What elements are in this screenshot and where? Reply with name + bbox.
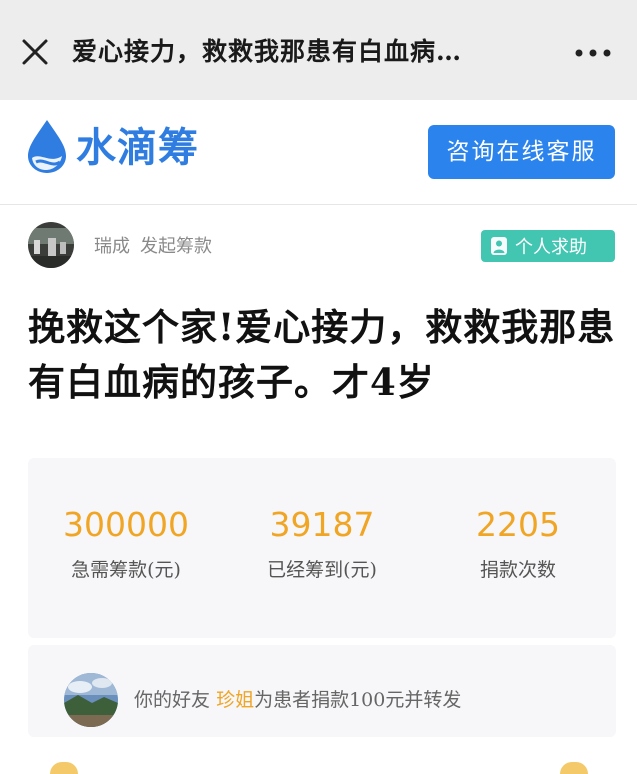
friend-avatar: [64, 673, 118, 727]
friend-donation-notice[interactable]: 你的好友 珍姐为患者捐款100元并转发: [28, 645, 616, 737]
stat-target-label: 急需筹款(元): [71, 559, 181, 581]
friend-notice-text: 你的好友 珍姐为患者捐款100元并转发: [134, 685, 461, 715]
page-title: 爱心接力，救救我那患有白血病…: [72, 37, 463, 66]
campaign-headline: 挽救这个家!爱心接力，救救我那患有白血病的孩子。才4岁: [28, 305, 616, 404]
stat-donations-label: 捐款次数: [479, 559, 556, 581]
avatar-image: [28, 222, 74, 268]
more-dots-icon[interactable]: [573, 40, 613, 66]
consult-online-service-button[interactable]: 咨询在线客服: [428, 125, 615, 179]
initiator-avatar[interactable]: [28, 222, 74, 268]
friend-name: 珍姐: [216, 689, 255, 711]
person-icon: [491, 237, 507, 255]
stat-raised: 39187 已经筹到(元): [224, 503, 420, 585]
initiator-name[interactable]: 瑞成: [94, 236, 130, 257]
personal-help-badge: 个人求助: [481, 230, 615, 262]
stat-donations: 2205 捐款次数: [420, 503, 616, 585]
friend-notice-prefix: 你的好友: [134, 689, 211, 711]
friend-avatar-image: [64, 673, 118, 727]
close-icon[interactable]: [18, 35, 52, 69]
stat-target: 300000 急需筹款(元): [28, 503, 224, 585]
stat-raised-value: 39187: [269, 505, 375, 544]
stat-donations-value: 2205: [476, 505, 560, 544]
top-nav-bar: 爱心接力，救救我那患有白血病…: [0, 0, 637, 100]
stat-raised-label: 已经筹到(元): [267, 559, 377, 581]
badge-label: 个人求助: [515, 237, 587, 258]
water-drop-logo-icon: [28, 120, 66, 173]
stat-target-value: 300000: [63, 505, 189, 544]
bottom-content-peek: [0, 752, 637, 774]
friend-notice-suffix: 为患者捐款100元并转发: [254, 689, 462, 711]
initiator-action: 发起筹款: [140, 236, 212, 257]
brand-logo-text: 水滴筹: [76, 125, 199, 171]
initiator-info: 瑞成 发起筹款: [94, 232, 212, 262]
fundraising-stats-card: 300000 急需筹款(元) 39187 已经筹到(元) 2205 捐款次数: [28, 458, 616, 638]
